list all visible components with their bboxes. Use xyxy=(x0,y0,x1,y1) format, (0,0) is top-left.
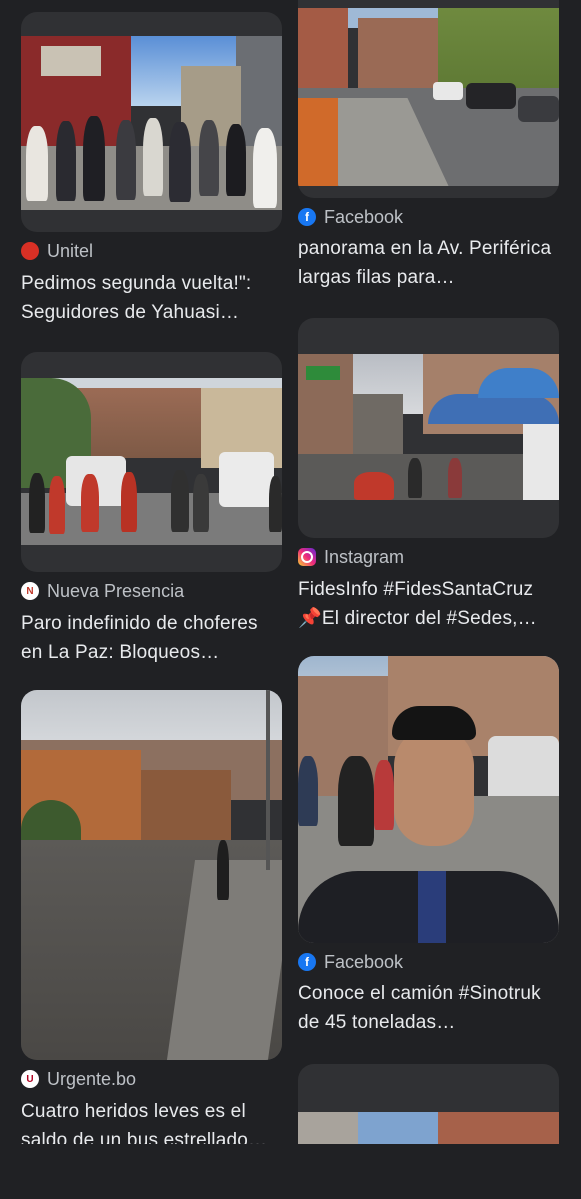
thumbnail-image[interactable] xyxy=(298,656,559,943)
thumbnail-image[interactable] xyxy=(21,378,282,545)
thumbnail-image[interactable] xyxy=(298,354,559,500)
card-thumbnail-frame xyxy=(298,1064,559,1144)
nueva-presencia-icon: N xyxy=(21,582,39,600)
facebook-icon: f xyxy=(298,953,316,971)
result-card-urgente-bo[interactable]: U Urgente.bo Cuatro heridos leves es el … xyxy=(21,690,282,1151)
source-name: Unitel xyxy=(47,240,94,261)
source-name: Instagram xyxy=(324,546,405,567)
thumbnail-image[interactable] xyxy=(21,36,282,210)
card-thumbnail-frame xyxy=(21,352,282,572)
result-title[interactable]: panorama en la Av. Periférica largas fil… xyxy=(298,234,559,292)
urgente-bo-icon: U xyxy=(21,1070,39,1088)
result-title[interactable]: Pedimos segunda vuelta!": Seguidores de … xyxy=(21,269,282,327)
result-card-unitel[interactable]: Unitel Pedimos segunda vuelta!": Seguido… xyxy=(21,12,282,327)
thumbnail-image[interactable] xyxy=(298,1112,559,1144)
result-card-nueva-presencia[interactable]: N Nueva Presencia Paro indefinido de cho… xyxy=(21,352,282,667)
result-title[interactable]: FidesInfo #FidesSantaCruz 📌El director d… xyxy=(298,575,559,633)
instagram-icon xyxy=(298,548,316,566)
thumbnail-image[interactable] xyxy=(298,8,559,186)
result-title[interactable]: Paro indefinido de choferes en La Paz: B… xyxy=(21,609,282,667)
card-thumbnail-frame xyxy=(298,0,559,198)
source-name: Nueva Presencia xyxy=(47,580,185,601)
source-name: Urgente.bo xyxy=(47,1068,137,1089)
card-thumbnail-frame xyxy=(21,12,282,232)
result-card-facebook-2[interactable]: f Facebook Conoce el camión #Sinotruk de… xyxy=(298,656,559,1046)
thumbnail-image[interactable] xyxy=(21,690,282,1060)
facebook-icon: f xyxy=(298,208,316,226)
source-label: Unitel xyxy=(21,239,93,263)
bottom-area xyxy=(0,1144,581,1199)
source-name: Facebook xyxy=(324,206,404,227)
source-name: Facebook xyxy=(324,951,404,972)
result-card-facebook-1[interactable]: f Facebook panorama en la Av. Periférica… xyxy=(298,0,559,300)
source-label: f Facebook xyxy=(298,205,403,229)
unitel-icon xyxy=(21,242,39,260)
result-card-instagram[interactable]: Instagram FidesInfo #FidesSantaCruz 📌El … xyxy=(298,318,559,638)
card-thumbnail-frame xyxy=(298,656,559,943)
source-label: Instagram xyxy=(298,545,404,569)
card-thumbnail-frame xyxy=(21,690,282,1060)
card-thumbnail-frame xyxy=(298,318,559,538)
source-label: f Facebook xyxy=(298,950,403,974)
source-label: U Urgente.bo xyxy=(21,1067,136,1091)
result-card-partial[interactable] xyxy=(298,1064,559,1144)
result-title[interactable]: Conoce el camión #Sinotruk de 45 tonelad… xyxy=(298,979,559,1037)
source-label: N Nueva Presencia xyxy=(21,579,184,603)
